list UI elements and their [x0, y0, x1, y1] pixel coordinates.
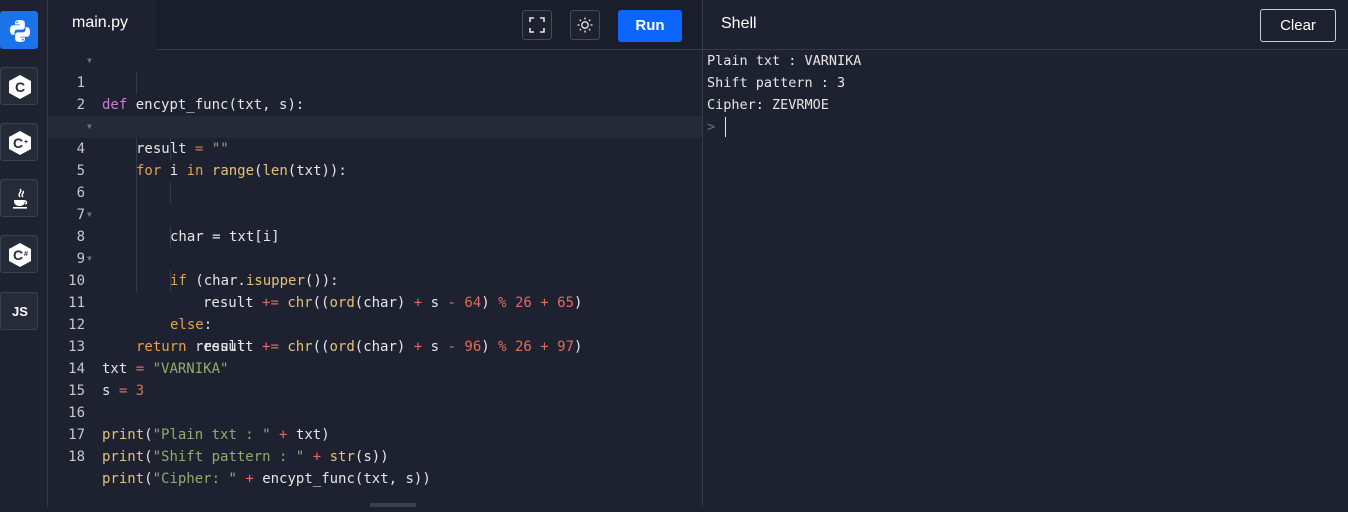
code-line: 15	[48, 358, 702, 399]
file-tab-label: main.py	[72, 14, 129, 31]
code-line: 14 s = 3	[48, 336, 702, 399]
code-line: 6 char = txt[i]	[48, 160, 702, 245]
shell-header: Shell Clear	[703, 0, 1348, 50]
c-language-button[interactable]: C	[0, 67, 38, 105]
shell-panel: Shell Clear Plain txt : VARNIKA Shift pa…	[703, 0, 1348, 507]
code-token: str	[329, 449, 355, 465]
fullscreen-button[interactable]	[522, 10, 552, 40]
code-line: 18 print("Cipher: " + encypt_func(txt, s…	[48, 424, 702, 487]
svg-text:+: +	[24, 139, 28, 146]
cpp-language-button[interactable]: C +	[0, 123, 38, 161]
code-token: print	[102, 471, 145, 487]
code-token: "Cipher: "	[152, 471, 237, 487]
svg-text:#: #	[24, 251, 28, 258]
code-line: 17 print("Shift pattern : " + str(s))	[48, 402, 702, 465]
shell-input-line[interactable]: >	[707, 116, 861, 138]
svg-text:C: C	[13, 135, 23, 151]
cpp-icon: C +	[9, 131, 31, 155]
shell-title: Shell	[721, 15, 757, 32]
svg-text:C: C	[13, 247, 23, 263]
code-line: 1 ▼ def encypt_func(txt, s):	[48, 50, 702, 113]
line-number: 18	[68, 449, 85, 465]
javascript-language-button[interactable]: JS	[0, 292, 38, 330]
text-cursor	[725, 117, 727, 137]
code-line: 3 result = ""	[48, 94, 702, 157]
python-icon	[10, 20, 30, 42]
sun-icon	[577, 17, 593, 33]
horizontal-scrollbar[interactable]	[370, 503, 416, 507]
python-language-button[interactable]	[0, 11, 38, 49]
theme-toggle-button[interactable]	[570, 10, 600, 40]
code-line: 9 result += chr((ord(char) + s - 64) % 2…	[48, 226, 702, 311]
code-token: (	[144, 471, 153, 487]
svg-text:C: C	[15, 79, 25, 95]
javascript-icon: JS	[12, 304, 28, 319]
csharp-language-button[interactable]: C #	[0, 235, 38, 273]
code-line: 11 result += chr((ord(char) + s - 96) % …	[48, 270, 702, 355]
java-icon	[13, 188, 28, 209]
clear-button[interactable]: Clear	[1260, 9, 1336, 42]
code-line: 7	[48, 182, 702, 223]
java-language-button[interactable]	[0, 179, 38, 217]
fold-arrow-icon[interactable]: ▼	[87, 248, 92, 270]
code-editor-panel: main.py Run 1 ▼ def encypt_func(txt, s):…	[48, 0, 703, 507]
output-line: Cipher: ZEVRMOE	[707, 97, 829, 113]
prompt-icon: >	[707, 119, 716, 135]
fold-arrow-icon[interactable]: ▼	[87, 50, 92, 72]
code-token: +	[245, 471, 254, 487]
output-line: Plain txt : VARNIKA	[707, 53, 862, 69]
code-token: "Shift pattern : "	[152, 449, 305, 465]
code-area[interactable]: 1▼ def encypt_func(txt, s): 2 3 result =…	[48, 50, 702, 487]
shell-output[interactable]: Plain txt : VARNIKA Shift pattern : 3 Ci…	[707, 50, 861, 138]
code-line: 5	[48, 138, 702, 179]
language-sidebar: C C + C # JS	[0, 0, 48, 507]
code-line: 8 ▼ if (char.isupper()):	[48, 204, 702, 289]
fold-arrow-icon[interactable]: ▼	[87, 204, 92, 226]
code-token: +	[312, 449, 322, 465]
code-line: 13 txt = "VARNIKA"	[48, 314, 702, 377]
code-token: (	[144, 449, 153, 465]
csharp-icon: C #	[9, 243, 31, 267]
code-token: encypt_func(txt, s))	[253, 471, 431, 487]
fullscreen-icon	[529, 17, 545, 33]
code-line: 16 print("Plain txt : " + txt)	[48, 380, 702, 443]
run-button[interactable]: Run	[618, 10, 682, 42]
code-line: 2	[48, 72, 702, 113]
c-icon: C	[9, 75, 31, 99]
output-line: Shift pattern : 3	[707, 75, 846, 91]
file-tab[interactable]: main.py	[48, 0, 156, 50]
online-compiler: C C + C # JS main.py Run 1 ▼ def encypt_…	[0, 0, 1348, 507]
code-line: 10 ▼ else:	[48, 248, 702, 333]
code-line: 12 return result	[48, 292, 702, 355]
fold-arrow-icon[interactable]: ▼	[87, 116, 92, 138]
editor-toolbar: main.py Run	[48, 0, 702, 50]
code-line-active: 4 ▼ for i in range(len(txt)):	[48, 116, 702, 179]
code-token: (s))	[354, 449, 389, 465]
